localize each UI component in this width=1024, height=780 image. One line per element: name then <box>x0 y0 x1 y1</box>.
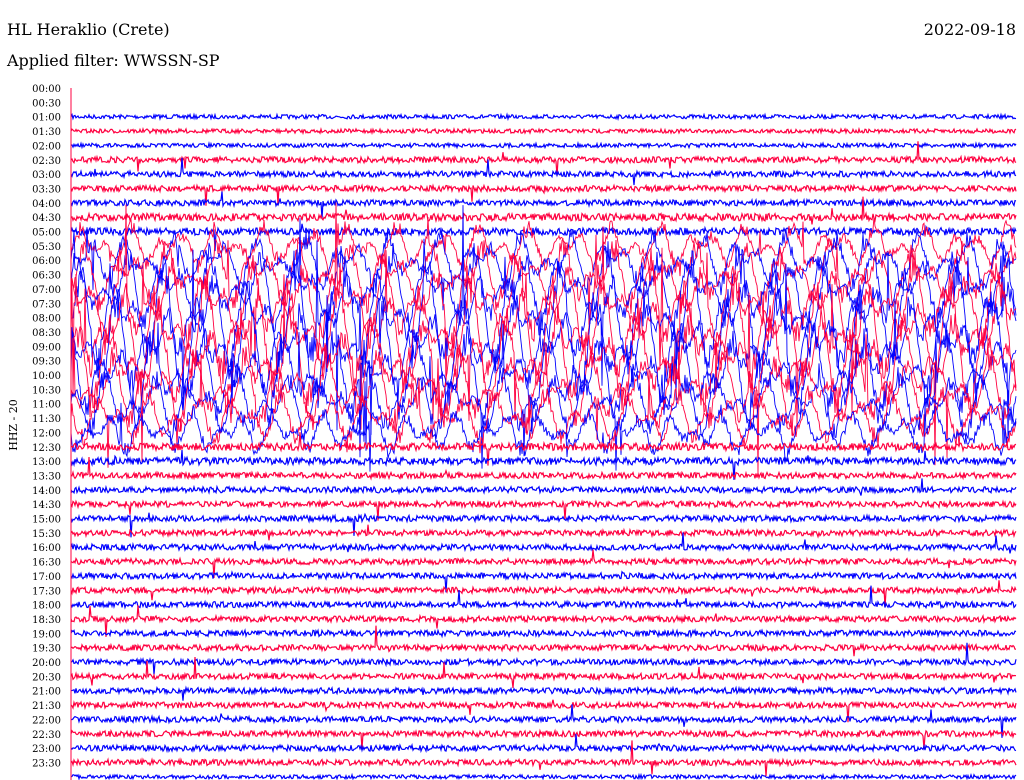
row-label: 09:00 <box>32 342 61 353</box>
trace-row <box>70 628 1017 639</box>
row-label: 05:30 <box>32 242 61 253</box>
row-label: 13:00 <box>32 457 61 468</box>
trace-row <box>70 733 1017 754</box>
row-label: 04:00 <box>32 199 61 210</box>
trace-row <box>70 532 1017 554</box>
row-label: 22:00 <box>32 715 61 726</box>
row-label: 11:00 <box>32 400 61 411</box>
row-label: 16:00 <box>32 543 61 554</box>
trace-row <box>70 126 1017 136</box>
row-label: 09:30 <box>32 357 61 368</box>
row-label: 19:30 <box>32 644 61 655</box>
row-label: 05:00 <box>32 228 61 239</box>
row-label: 12:30 <box>32 443 61 454</box>
row-label: 01:00 <box>32 113 61 124</box>
row-label: 07:00 <box>32 285 61 296</box>
row-label: 08:00 <box>32 314 61 325</box>
trace-row <box>70 478 1017 496</box>
row-label: 21:30 <box>32 701 61 712</box>
row-label: 15:00 <box>32 515 61 526</box>
row-label: 06:30 <box>32 271 61 282</box>
row-label: 11:30 <box>32 414 61 425</box>
trace-group <box>70 112 1017 780</box>
row-label: 01:30 <box>32 127 61 138</box>
row-label: 20:30 <box>32 672 61 683</box>
row-label: 22:30 <box>32 730 61 741</box>
row-label: 21:00 <box>32 687 61 698</box>
trace-row <box>70 685 1017 701</box>
row-label: 13:30 <box>32 471 61 482</box>
row-label-group: 00:00 00:30 01:00 01:30 02:00 02:30 03:00 03:30… <box>32 84 61 769</box>
row-label: 15:30 <box>32 529 61 540</box>
row-label: 10:00 <box>32 371 61 382</box>
row-label: 20:00 <box>32 658 61 669</box>
channel-label: HHZ - 20 <box>7 399 20 451</box>
trace-row <box>70 353 1017 468</box>
trace-row <box>70 140 1017 150</box>
row-label: 18:30 <box>32 615 61 626</box>
row-label: 04:30 <box>32 213 61 224</box>
row-label: 14:30 <box>32 500 61 511</box>
row-label: 23:30 <box>32 758 61 769</box>
row-label: 17:30 <box>32 586 61 597</box>
trace-row <box>70 112 1017 122</box>
row-label: 06:00 <box>32 256 61 267</box>
row-label: 14:00 <box>32 486 61 497</box>
trace-row <box>70 524 1017 541</box>
row-label: 23:00 <box>32 744 61 755</box>
row-label: 03:00 <box>32 170 61 181</box>
row-label: 12:00 <box>32 428 61 439</box>
row-label: 03:30 <box>32 184 61 195</box>
row-label: 07:30 <box>32 299 61 310</box>
row-label: 18:00 <box>32 601 61 612</box>
row-label: 00:00 <box>32 84 61 95</box>
row-label: 02:30 <box>32 156 61 167</box>
row-label: 08:30 <box>32 328 61 339</box>
trace-row <box>70 772 1017 780</box>
row-label: 19:00 <box>32 629 61 640</box>
row-label: 00:30 <box>32 98 61 109</box>
row-label: 16:30 <box>32 558 61 569</box>
helicorder-plot: 00:00 00:30 01:00 01:30 02:00 02:30 03:00 03:30… <box>7 84 1017 780</box>
row-label: 17:00 <box>32 572 61 583</box>
row-label: 10:30 <box>32 385 61 396</box>
row-label: 02:00 <box>32 141 61 152</box>
